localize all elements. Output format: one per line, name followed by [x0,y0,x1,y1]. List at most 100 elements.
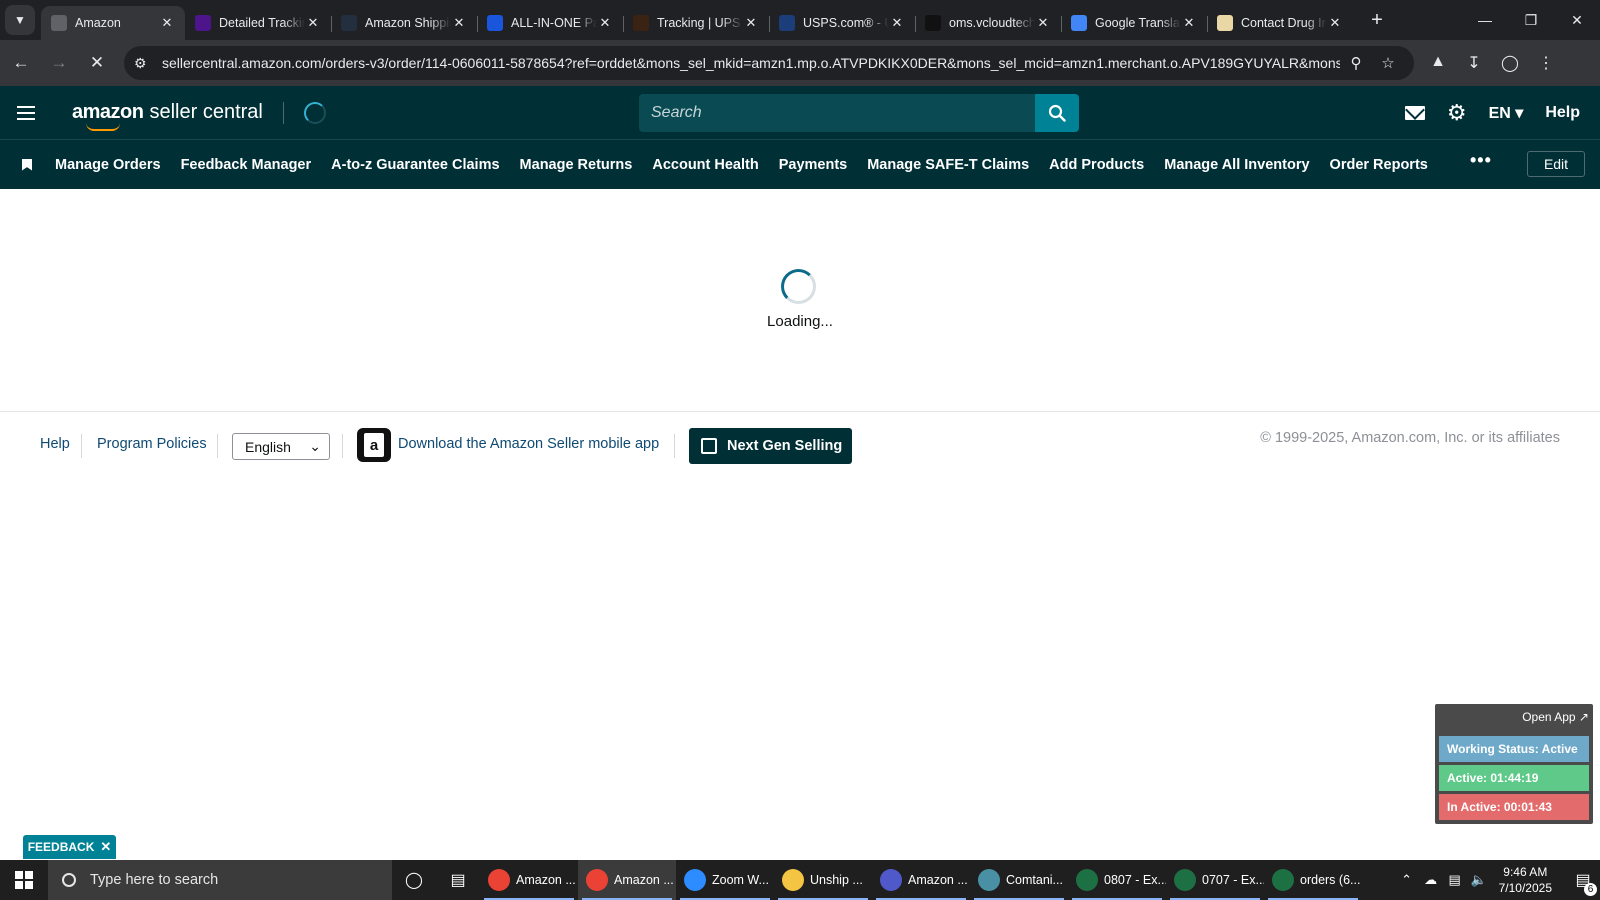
site-info-icon[interactable]: ⚙ [134,55,156,72]
close-tab-icon[interactable]: ✕ [451,15,467,31]
browser-tab[interactable]: oms.vcloudtech ✕ [915,6,1061,40]
close-tab-icon[interactable]: ✕ [889,15,905,31]
taskbar-app[interactable]: Amazon ... [480,860,578,900]
nav-item[interactable]: Feedback Manager [181,157,312,173]
taskbar-app-label: 0707 - Ex... [1202,873,1264,887]
extensions-icon[interactable]: ▲ [1420,53,1456,73]
taskbar-app[interactable]: Comtani... [970,860,1068,900]
download-app-link[interactable]: Download the Amazon Seller mobile app [398,436,659,452]
open-app-link[interactable]: Open App ↗ [1522,710,1589,724]
back-button[interactable]: ← [4,46,38,80]
restore-button[interactable]: ❐ [1508,12,1554,29]
next-gen-selling-button[interactable]: Next Gen Selling [689,428,852,464]
close-icon[interactable]: ✕ [100,839,111,855]
search-input[interactable]: Search [639,94,1035,132]
nav-item[interactable]: Manage Orders [55,157,161,173]
close-tab-icon[interactable]: ✕ [305,15,321,31]
nav-item[interactable]: Payments [779,157,848,173]
browser-tab[interactable]: Contact Drug Info✕ [1207,6,1353,40]
minimize-button[interactable]: — [1462,12,1508,29]
more-options-icon[interactable]: ••• [1470,150,1492,171]
browser-tab[interactable]: ALL-IN-ONE Package✕ [477,6,623,40]
zoom-icon [684,869,706,891]
footer-help-link[interactable]: Help [40,436,70,452]
taskbar-app-label: Amazon ... [516,873,576,887]
program-policies-link[interactable]: Program Policies [97,436,207,452]
active-time-row: Active: 01:44:19 [1439,765,1589,791]
start-button[interactable] [0,860,48,900]
header-search: Search [639,94,1079,132]
task-view-icon[interactable]: ▤ [436,870,480,890]
nav-item[interactable]: Manage Returns [520,157,633,173]
loading-spinner-icon [781,269,816,304]
bookmark-icon[interactable] [22,158,32,171]
taskbar-app[interactable]: 0807 - Ex... [1068,860,1166,900]
notifications-icon[interactable]: ▤ 6 [1566,870,1600,896]
cortana-icon[interactable]: ◯ [392,870,436,890]
language-selector[interactable]: EN ▾ [1489,103,1524,123]
taskbar-app[interactable]: Unship ... [774,860,872,900]
close-tab-icon[interactable]: ✕ [1035,15,1051,31]
address-bar[interactable]: ⚙ sellercentral.amazon.com/orders-v3/ord… [124,46,1414,80]
ups-favicon-icon [633,15,649,31]
header-divider [282,101,284,124]
header-help-link[interactable]: Help [1545,104,1580,122]
edit-nav-button[interactable]: Edit [1527,151,1585,177]
stop-loading-button[interactable]: ✕ [80,46,114,80]
taskbar-search[interactable]: Type here to search [48,860,392,900]
downloads-icon[interactable]: ↧ [1456,53,1492,73]
zoom-icon[interactable]: ⚲ [1340,54,1372,72]
taskbar-app[interactable]: orders (6... [1264,860,1362,900]
hamburger-menu-icon[interactable] [0,86,52,139]
browser-tab[interactable]: Tracking | UPS ✕ [623,6,769,40]
nav-item[interactable]: Manage All Inventory [1164,157,1309,173]
seller-central-logo[interactable]: amazon seller central [72,101,263,131]
search-button[interactable] [1035,94,1079,132]
nav-item[interactable]: A-to-z Guarantee Claims [331,157,499,173]
close-tab-icon[interactable]: ✕ [1327,15,1343,31]
clock[interactable]: 9:46 AM 7/10/2025 [1499,864,1552,896]
feedback-tab[interactable]: FEEDBACK ✕ [23,835,116,859]
close-tab-icon[interactable]: ✕ [597,15,613,31]
url-text[interactable]: sellercentral.amazon.com/orders-v3/order… [162,55,1340,71]
nav-item[interactable]: Manage SAFE-T Claims [867,157,1029,173]
new-tab-button[interactable]: + [1363,9,1391,32]
clock-time: 9:46 AM [1503,865,1548,879]
taskbar-app-label: 0807 - Ex... [1104,873,1166,887]
seller-app-icon[interactable]: a [357,428,391,462]
windows-taskbar: Type here to search ◯ ▤ Amazon ... Amazon… [0,860,1600,900]
taskbar-app[interactable]: Amazon ... [872,860,970,900]
chrome-menu-icon[interactable]: ⋮ [1528,53,1564,73]
nav-item[interactable]: Account Health [652,157,758,173]
taskbar-app[interactable]: Amazon ... [578,860,676,900]
tab-search-button[interactable]: ▼ [5,5,35,35]
footer-separator [674,434,675,458]
close-tab-icon[interactable]: ✕ [159,15,175,31]
taskbar-app[interactable]: 0707 - Ex... [1166,860,1264,900]
footer-language-select[interactable]: English ⌄ [232,433,330,460]
close-tab-icon[interactable]: ✕ [1181,15,1197,31]
chevron-up-icon[interactable]: ⌃ [1395,872,1419,888]
nav-item[interactable]: Order Reports [1330,157,1428,173]
volume-icon[interactable]: 🔈 [1467,872,1491,888]
nav-item[interactable]: Add Products [1049,157,1144,173]
gear-icon[interactable]: ⚙ [1447,100,1467,126]
close-tab-icon[interactable]: ✕ [743,15,759,31]
forward-button[interactable]: → [42,46,76,80]
bookmark-star-icon[interactable]: ☆ [1372,54,1404,72]
browser-tab[interactable]: Google Translate ✕ [1061,6,1207,40]
browser-tab[interactable]: USPS.com® - USPS✕ [769,6,915,40]
browser-tab[interactable]: Amazon ✕ [41,6,185,40]
browser-tab[interactable]: Amazon Shipping✕ [331,6,477,40]
mail-icon[interactable] [1404,105,1425,120]
header-right: ⚙ EN ▾ Help [1404,86,1600,139]
browser-tab[interactable]: Detailed Tracking✕ [185,6,331,40]
profile-icon[interactable]: ◯ [1492,53,1528,73]
amazon-smile-icon [86,123,120,131]
taskbar-app[interactable]: Zoom W... [676,860,774,900]
header-loading-spinner-icon [303,101,326,124]
close-window-button[interactable]: ✕ [1554,12,1600,29]
tab-title: Contact Drug Info [1241,16,1327,30]
onedrive-icon[interactable]: ☁ [1419,872,1443,888]
network-icon[interactable]: ▤ [1443,872,1467,888]
